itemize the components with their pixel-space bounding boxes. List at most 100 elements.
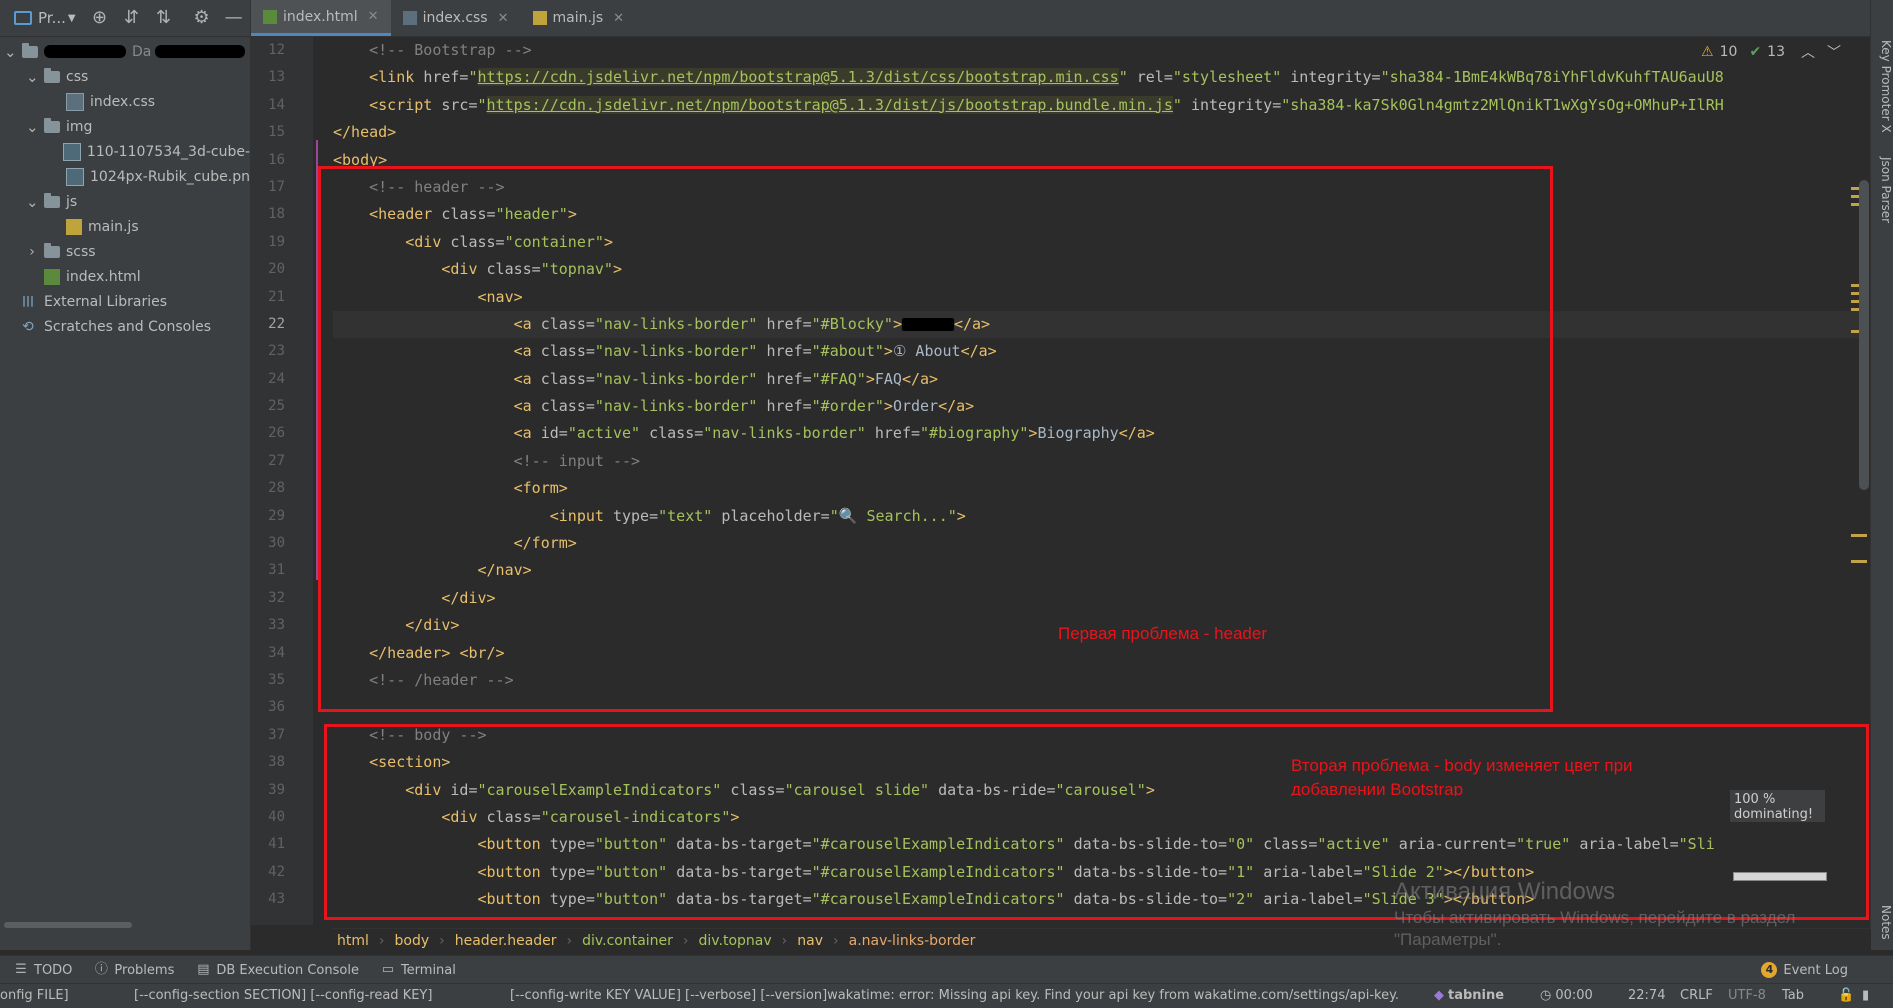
memory-indicator-icon[interactable]: ▮ bbox=[1862, 984, 1869, 1008]
line-number[interactable]: 13 bbox=[251, 64, 313, 91]
line-number[interactable]: 25 bbox=[251, 393, 313, 420]
close-icon[interactable]: ✕ bbox=[498, 11, 509, 26]
chevron-down-icon[interactable]: ⌄ bbox=[4, 44, 17, 59]
notes-tab[interactable]: Notes bbox=[1871, 905, 1893, 940]
code-line[interactable]: <link href="https://cdn.jsdelivr.net/npm… bbox=[333, 64, 1863, 91]
line-number[interactable]: 21 bbox=[251, 284, 313, 311]
next-highlight-icon[interactable]: ﹀ bbox=[1827, 42, 1841, 62]
chevron-right-icon[interactable]: › bbox=[26, 245, 38, 259]
tab-html[interactable]: index.html ✕ bbox=[251, 0, 391, 36]
project-toolbar: Pr... ▼ ⊕ ⇵ ⇅ ⚙ — bbox=[0, 0, 250, 37]
line-number[interactable]: 40 bbox=[251, 804, 313, 831]
todo-tool-button[interactable]: ☰ TODO bbox=[14, 963, 72, 978]
breadcrumb-item[interactable]: html bbox=[337, 929, 369, 953]
tree-item[interactable]: 1024px-Rubik_cube.pn bbox=[0, 164, 250, 189]
line-number[interactable]: 28 bbox=[251, 475, 313, 502]
problems-tool-button[interactable]: ⓘ Problems bbox=[94, 963, 174, 978]
close-icon[interactable]: ✕ bbox=[368, 9, 379, 24]
tab-css[interactable]: index.css ✕ bbox=[391, 0, 521, 36]
line-number[interactable]: 23 bbox=[251, 338, 313, 365]
code-line[interactable]: <script src="https://cdn.jsdelivr.net/np… bbox=[333, 92, 1863, 119]
status-wakatime-message[interactable]: [--config-write KEY VALUE] [--verbose] [… bbox=[510, 984, 1399, 1008]
tree-item[interactable]: ⟲ Scratches and Consoles bbox=[0, 314, 250, 339]
line-number[interactable]: 37 bbox=[251, 722, 313, 749]
line-number[interactable]: 33 bbox=[251, 612, 313, 639]
annotation-problem-2-line1: Вторая проблема - body изменяет цвет при bbox=[1291, 756, 1633, 775]
line-separator[interactable]: CRLF bbox=[1680, 984, 1713, 1008]
tree-item[interactable]: ⌄ js bbox=[0, 189, 250, 214]
line-number[interactable]: 27 bbox=[251, 448, 313, 475]
code-line[interactable]: </head> bbox=[333, 119, 1863, 146]
tree-item[interactable]: index.html bbox=[0, 264, 250, 289]
line-number[interactable]: 12 bbox=[251, 37, 313, 64]
project-view-selector[interactable]: Pr... ▼ bbox=[38, 9, 76, 27]
db-console-tool-button[interactable]: ▤ DB Execution Console bbox=[196, 963, 359, 978]
locate-icon[interactable]: ⊕ bbox=[90, 8, 110, 28]
line-number[interactable]: 34 bbox=[251, 640, 313, 667]
line-number[interactable]: 43 bbox=[251, 886, 313, 913]
terminal-tool-button[interactable]: ▭ Terminal bbox=[381, 963, 456, 978]
tree-item[interactable]: › scss bbox=[0, 239, 250, 264]
tree-item[interactable]: main.js bbox=[0, 214, 250, 239]
breadcrumb-item[interactable]: header.header bbox=[455, 929, 557, 953]
breadcrumb-item[interactable]: a.nav-links-border bbox=[849, 929, 976, 953]
project-horizontal-scrollbar[interactable] bbox=[0, 920, 250, 930]
lock-icon[interactable]: 🔓 bbox=[1838, 984, 1854, 1008]
breadcrumb-item[interactable]: div.topnav bbox=[699, 929, 772, 953]
previous-highlight-icon[interactable]: ︿ bbox=[1801, 42, 1815, 62]
line-number[interactable]: 41 bbox=[251, 831, 313, 858]
tree-item[interactable]: ||| External Libraries bbox=[0, 289, 250, 314]
tabnine-widget[interactable]: ◆ tabnine bbox=[1434, 984, 1504, 1008]
line-number[interactable]: 22 bbox=[251, 311, 313, 338]
line-number[interactable]: 24 bbox=[251, 366, 313, 393]
minimize-icon[interactable]: — bbox=[224, 8, 244, 28]
line-number[interactable]: 32 bbox=[251, 585, 313, 612]
collapse-all-icon[interactable]: ⇅ bbox=[154, 8, 174, 28]
key-promoter-tab[interactable]: Key Promoter X bbox=[1871, 40, 1893, 133]
chevron-down-icon[interactable]: ⌄ bbox=[26, 194, 39, 209]
line-number[interactable]: 29 bbox=[251, 503, 313, 530]
tree-item[interactable]: index.css bbox=[0, 89, 250, 114]
line-number[interactable]: 16 bbox=[251, 147, 313, 174]
expand-all-icon[interactable]: ⇵ bbox=[122, 8, 142, 28]
line-number[interactable]: 30 bbox=[251, 530, 313, 557]
gear-icon[interactable]: ⚙ bbox=[192, 8, 212, 28]
indent-setting[interactable]: Tab bbox=[1782, 984, 1804, 1008]
close-icon[interactable]: ✕ bbox=[613, 11, 624, 26]
line-number[interactable]: 15 bbox=[251, 119, 313, 146]
line-number[interactable]: 18 bbox=[251, 201, 313, 228]
line-number[interactable]: 19 bbox=[251, 229, 313, 256]
event-log-button[interactable]: 4 Event Log bbox=[1761, 956, 1848, 984]
breadcrumb-item[interactable]: div.container bbox=[582, 929, 673, 953]
chevron-down-icon[interactable]: ⌄ bbox=[26, 119, 39, 134]
tree-item[interactable]: ⌄ img bbox=[0, 114, 250, 139]
inspection-widget[interactable]: ⚠ 10 ✔ 13 ︿ ﹀ bbox=[1701, 42, 1841, 62]
file-encoding[interactable]: UTF-8 bbox=[1728, 984, 1766, 1008]
line-number[interactable]: 42 bbox=[251, 859, 313, 886]
breadcrumb-item[interactable]: body bbox=[395, 929, 430, 953]
tree-item[interactable]: ⌄ css bbox=[0, 64, 250, 89]
chevron-down-icon[interactable]: ⌄ bbox=[26, 69, 39, 84]
line-number[interactable]: 14 bbox=[251, 92, 313, 119]
tab-js[interactable]: main.js ✕ bbox=[521, 0, 637, 36]
line-number[interactable]: 17 bbox=[251, 174, 313, 201]
line-number[interactable]: 31 bbox=[251, 557, 313, 584]
tree-item[interactable]: ⌄ Da bbox=[0, 39, 250, 64]
line-number[interactable]: 35 bbox=[251, 667, 313, 694]
project-view-icon[interactable] bbox=[14, 11, 32, 25]
tree-item[interactable]: 110-1107534_3d-cube- bbox=[0, 139, 250, 164]
json-parser-tab[interactable]: Json Parser bbox=[1871, 157, 1893, 223]
line-number[interactable]: 36 bbox=[251, 694, 313, 721]
line-number[interactable]: 20 bbox=[251, 256, 313, 283]
caret-position[interactable]: 22:74 bbox=[1628, 984, 1665, 1008]
code-line[interactable]: <!-- Bootstrap --> bbox=[333, 37, 1863, 64]
weak-warning-icon: ✔ bbox=[1749, 44, 1762, 60]
line-number[interactable]: 38 bbox=[251, 749, 313, 776]
line-number[interactable]: 39 bbox=[251, 777, 313, 804]
wakatime-widget[interactable]: ◷ 00:00 bbox=[1540, 984, 1593, 1008]
editor-vertical-scrollbar[interactable] bbox=[1859, 180, 1869, 490]
breadcrumb-item[interactable]: nav bbox=[797, 929, 823, 953]
line-number[interactable]: 26 bbox=[251, 420, 313, 447]
